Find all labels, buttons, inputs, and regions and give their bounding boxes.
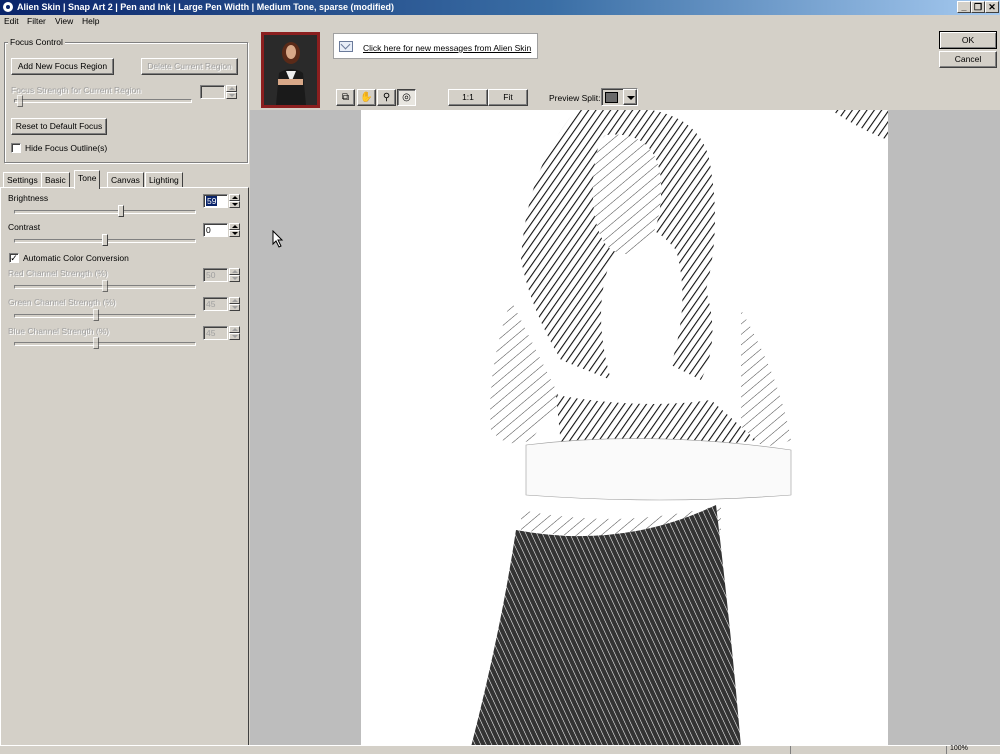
fit-button[interactable]: Fit [488, 89, 528, 106]
tab-lighting[interactable]: Lighting [145, 172, 183, 188]
focus-target-icon: ◎ [402, 92, 411, 103]
close-button[interactable]: ✕ [985, 1, 999, 13]
zoom-tool-button[interactable]: ⚲ [377, 89, 396, 106]
focus-strength-field[interactable] [200, 85, 225, 99]
tab-canvas[interactable]: Canvas [107, 172, 144, 188]
zoom-level: 100% [950, 745, 968, 752]
menu-bar: Edit Filter View Help [0, 15, 1000, 29]
focus-control-label: Focus Control [8, 37, 65, 47]
brightness-track [14, 210, 196, 214]
chevron-down-icon [623, 89, 637, 105]
brightness-label: Brightness [8, 193, 49, 203]
green-strength-track [14, 314, 196, 318]
messages-banner[interactable]: Click here for new messages from Alien S… [333, 33, 538, 59]
green-strength-slider[interactable] [93, 309, 100, 321]
split-mode-icon [605, 92, 618, 103]
hide-outlines-checkbox[interactable] [11, 143, 21, 153]
green-strength-field[interactable]: 45 [203, 297, 228, 311]
menu-view[interactable]: View [55, 16, 73, 26]
zoom-1-1-button[interactable]: 1:1 [448, 89, 488, 106]
blue-strength-slider[interactable] [93, 337, 100, 349]
window-title: Alien Skin | Snap Art 2 | Pen and Ink | … [17, 2, 395, 12]
contrast-label: Contrast [8, 222, 41, 232]
contrast-field[interactable]: 0 [203, 223, 228, 237]
pen-and-ink-preview-image [471, 110, 888, 747]
preview-canvas[interactable] [361, 110, 888, 747]
focus-strength-slider[interactable] [17, 95, 23, 107]
delete-region-button[interactable]: Delete Current Region [141, 58, 238, 75]
red-strength-field[interactable]: 50 [203, 268, 228, 282]
ok-button[interactable]: OK [939, 31, 997, 49]
magnifier-icon: ⚲ [382, 92, 391, 103]
menu-edit[interactable]: Edit [4, 16, 19, 26]
status-bar: 100% [0, 745, 1000, 754]
focus-tool-button[interactable]: ◎ [397, 89, 416, 106]
hand-tool-button[interactable]: ✋ [357, 89, 376, 106]
blue-strength-spinner[interactable] [229, 326, 240, 340]
envelope-icon [339, 39, 353, 52]
tab-settings[interactable]: Settings [3, 172, 42, 188]
compare-icon: ⧉ [341, 92, 350, 103]
brightness-field[interactable]: 59 [203, 194, 228, 208]
brightness-slider[interactable] [117, 205, 124, 217]
compare-tool-button[interactable]: ⧉ [336, 89, 355, 106]
green-strength-label: Green Channel Strength (%) [8, 297, 116, 307]
green-strength-spinner[interactable] [229, 297, 240, 311]
blue-strength-track [14, 342, 196, 346]
brightness-value: 59 [206, 196, 218, 206]
contrast-spinner[interactable] [229, 223, 240, 237]
red-strength-label: Red Channel Strength (%) [8, 268, 108, 278]
blue-strength-label: Blue Channel Strength (%) [8, 326, 110, 336]
portrait-thumbnail-image [264, 35, 317, 105]
cancel-button[interactable]: Cancel [939, 51, 997, 68]
hide-outlines-label: Hide Focus Outline(s) [25, 143, 108, 153]
tab-tone[interactable]: Tone [74, 170, 101, 189]
mouse-cursor-icon [272, 230, 284, 248]
title-bar[interactable]: Alien Skin | Snap Art 2 | Pen and Ink | … [0, 0, 1000, 15]
focus-strength-spinner[interactable] [226, 85, 237, 99]
red-strength-spinner[interactable] [229, 268, 240, 282]
contrast-slider[interactable] [102, 234, 108, 246]
blue-strength-field[interactable]: 45 [203, 326, 228, 340]
restore-button[interactable]: ❐ [971, 1, 985, 13]
auto-color-label: Automatic Color Conversion [23, 253, 129, 263]
menu-filter[interactable]: Filter [27, 16, 46, 26]
hand-icon: ✋ [360, 92, 373, 103]
app-icon [3, 2, 13, 12]
preview-split-dropdown[interactable] [601, 88, 638, 106]
menu-help[interactable]: Help [82, 16, 99, 26]
brightness-spinner[interactable] [229, 194, 240, 208]
tab-basic[interactable]: Basic [41, 172, 70, 188]
reset-focus-button[interactable]: Reset to Default Focus [11, 118, 107, 135]
auto-color-checkbox[interactable]: ✓ [9, 253, 19, 263]
messages-link[interactable]: Click here for new messages from Alien S… [363, 43, 531, 53]
focus-strength-label: Focus Strength for Current Region [11, 85, 141, 95]
minimize-button[interactable]: _ [957, 1, 971, 13]
focus-strength-track [14, 99, 192, 103]
red-strength-slider[interactable] [102, 280, 108, 292]
preview-split-label: Preview Split: [549, 93, 601, 103]
add-focus-region-button[interactable]: Add New Focus Region [11, 58, 114, 75]
original-thumbnail[interactable] [261, 32, 320, 108]
